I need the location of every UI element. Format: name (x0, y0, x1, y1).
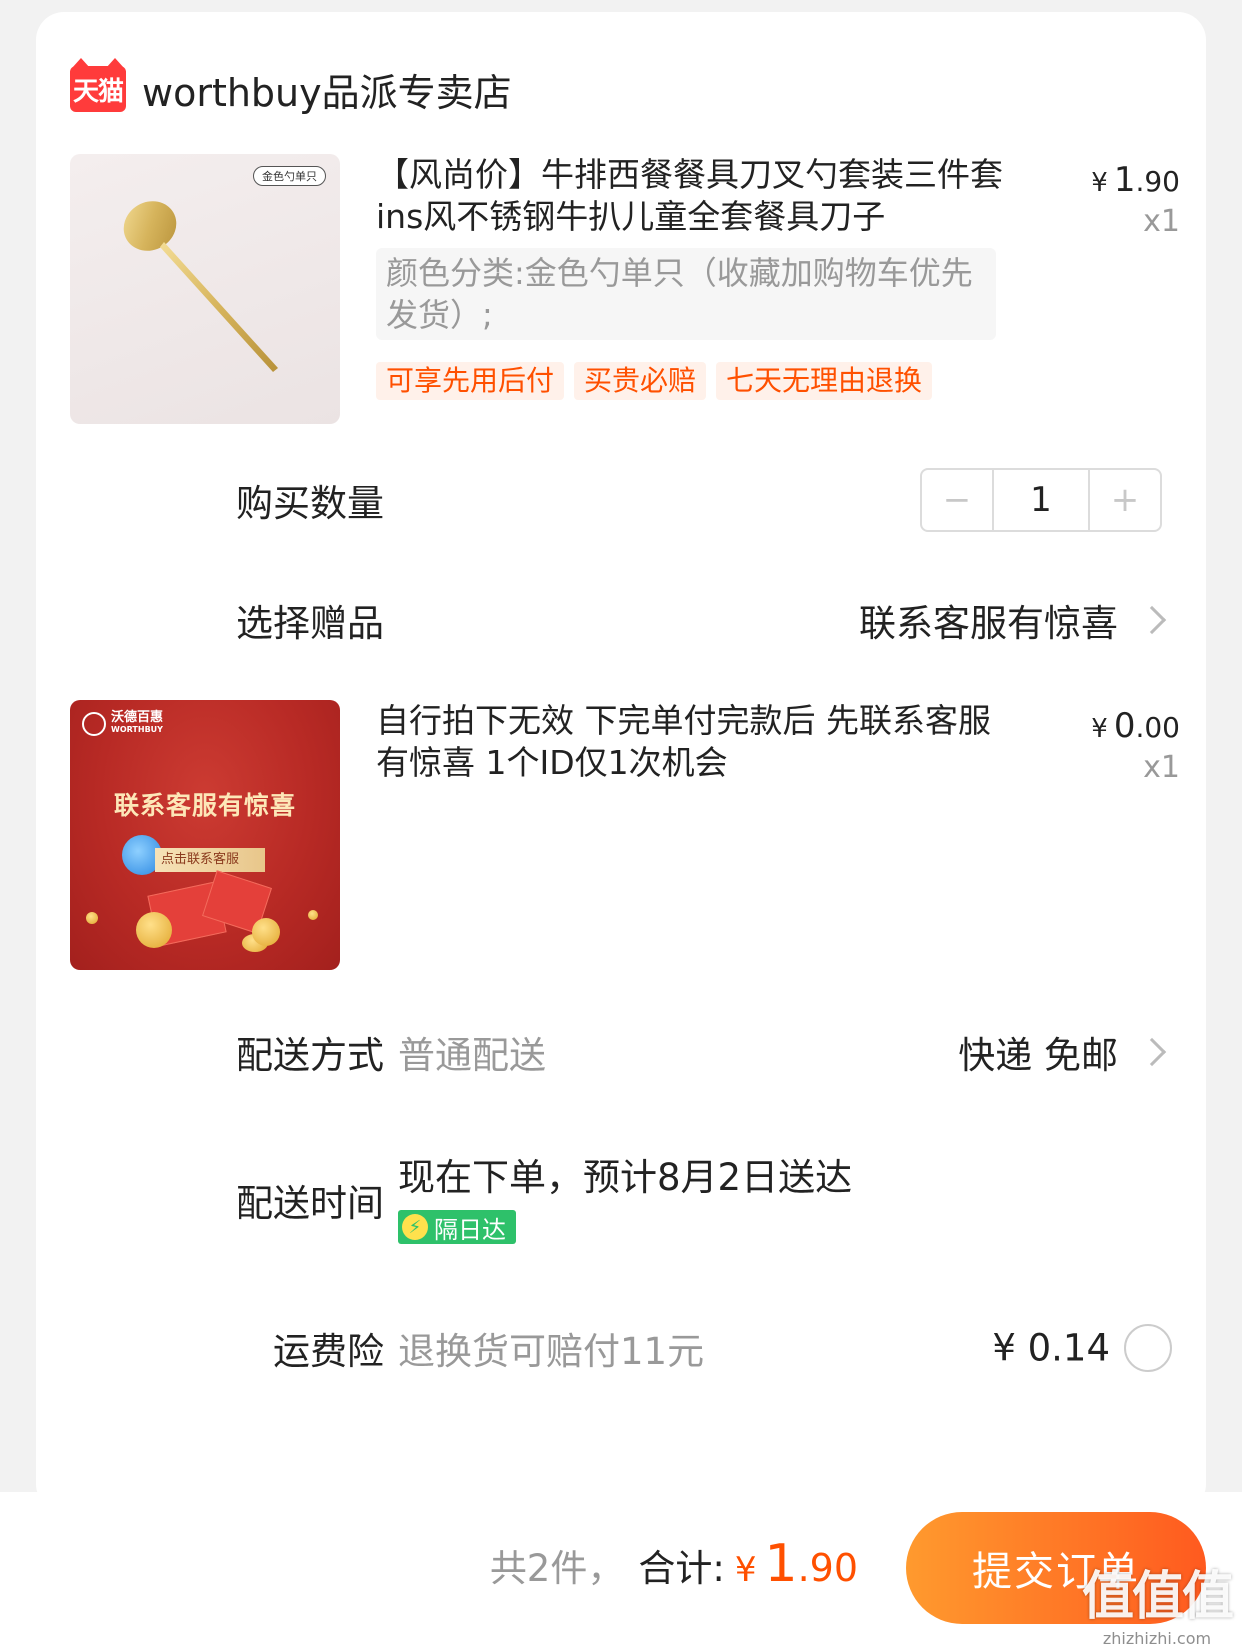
product-sku[interactable]: 颜色分类:金色勺单只（收藏加购物车优先发货）; (376, 248, 996, 340)
next-day-badge: ⚡ 隔日达 (398, 1210, 516, 1244)
price-dec: .90 (1135, 165, 1180, 198)
brand-logo-icon (82, 712, 106, 736)
product-item: 金色勺单只 【风尚价】牛排西餐餐具刀叉勺套装三件套ins风不锈钢牛扒儿童全套餐具… (70, 154, 1180, 424)
image-tag: 金色勺单只 (253, 166, 326, 186)
product-price: ¥1.90 (1091, 160, 1180, 200)
insurance-row: 运费险 退换货可赔付11元 ¥ 0.14 (36, 1308, 1206, 1388)
coin-icon (252, 918, 280, 946)
gift-image-title: 联系客服有惊喜 (113, 791, 296, 820)
shipping-label: 配送方式 (236, 1034, 384, 1077)
store-name: worthbuy品派专卖店 (142, 70, 512, 115)
gift-value: 联系客服有惊喜 (859, 602, 1118, 645)
insurance-label: 运费险 (273, 1330, 384, 1373)
insurance-radio[interactable] (1124, 1324, 1172, 1372)
service-tags: 可享先用后付 买贵必赔 七天无理由退换 (376, 362, 933, 400)
brand-logo: 沃德百惠 WORTHBUY (82, 710, 164, 736)
price-int: 0 (1113, 706, 1136, 746)
order-summary: 共2件， 合计: ¥ 1 .90 (490, 1534, 858, 1594)
shipping-method: 普通配送 (398, 1034, 546, 1077)
brand-logo-text: 沃德百惠 (111, 710, 164, 725)
decrement-button[interactable]: − (922, 470, 992, 530)
watermark-logo: 值值值 (1081, 1567, 1234, 1627)
delivery-time-text: 现在下单，预计8月2日送达 (398, 1156, 853, 1199)
order-card: 天猫 worthbuy品派专卖店 金色勺单只 【风尚价】牛排西餐餐具刀叉勺套装三… (36, 12, 1206, 1512)
total-label: 合计: (638, 1547, 725, 1590)
product-image[interactable]: 金色勺单只 (70, 154, 340, 424)
quantity-stepper: − 1 + (920, 468, 1162, 532)
quantity-value[interactable]: 1 (992, 470, 1090, 530)
gift-title[interactable]: 自行拍下无效 下完单付完款后 先联系客服 有惊喜 1个ID仅1次机会 (376, 700, 1006, 784)
coin-icon (86, 912, 98, 924)
tag-pay-later: 可享先用后付 (376, 362, 565, 400)
store-header[interactable]: 天猫 worthbuy品派专卖店 (70, 54, 512, 124)
price-dec: .00 (1135, 711, 1180, 744)
gold-spoon-icon (123, 201, 278, 372)
price-symbol: ¥ (1091, 714, 1108, 744)
total-dec: .90 (797, 1546, 858, 1590)
tag-seven-day-return: 七天无理由退换 (716, 362, 933, 400)
watermark-url: zhizhizhi.com (1102, 1629, 1212, 1648)
shipping-value: 快递 免邮 (958, 1034, 1118, 1077)
coin-icon (308, 910, 318, 920)
total-symbol: ¥ (734, 1550, 757, 1590)
delivery-time-info: 现在下单，预计8月2日送达 ⚡ 隔日达 (398, 1152, 852, 1244)
chevron-right-icon (1137, 605, 1167, 635)
next-day-badge-label: 隔日达 (434, 1215, 506, 1244)
gift-qty: x1 (1143, 750, 1180, 785)
watermark: 值值值 zhizhizhi.com (1081, 1554, 1234, 1648)
price-symbol: ¥ (1091, 168, 1108, 198)
delivery-time-label: 配送时间 (236, 1182, 384, 1225)
gift-image-button: 点击联系客服 (155, 848, 265, 872)
total-int: 1 (764, 1534, 798, 1594)
chevron-right-icon (1137, 1037, 1167, 1067)
gift-price: ¥0.00 (1091, 706, 1180, 746)
price-int: 1 (1113, 160, 1136, 200)
gift-image[interactable]: 沃德百惠 WORTHBUY 联系客服有惊喜 点击联系客服 (70, 700, 340, 970)
product-qty: x1 (1143, 204, 1180, 239)
bottom-bar: 共2件， 合计: ¥ 1 .90 提交订单 值值值 zhizhizhi.com (0, 1492, 1242, 1652)
brand-logo-sub: WORTHBUY (111, 725, 163, 734)
insurance-price: ¥ 0.14 (992, 1326, 1110, 1370)
product-title[interactable]: 【风尚价】牛排西餐餐具刀叉勺套装三件套ins风不锈钢牛扒儿童全套餐具刀子 (376, 154, 1006, 238)
coin-icon (136, 912, 172, 948)
gift-row[interactable]: 选择赠品 联系客服有惊喜 (36, 580, 1206, 660)
gift-item: 沃德百惠 WORTHBUY 联系客服有惊喜 点击联系客服 自行拍下无效 下完单付… (70, 700, 1180, 970)
quantity-row: 购买数量 − 1 + (36, 460, 1206, 540)
quantity-label: 购买数量 (236, 482, 384, 525)
lightning-icon: ⚡ (402, 1214, 428, 1240)
shipping-row[interactable]: 配送方式 普通配送 快递 免邮 (36, 1012, 1206, 1092)
order-confirm-page: 天猫 worthbuy品派专卖店 金色勺单只 【风尚价】牛排西餐餐具刀叉勺套装三… (0, 0, 1242, 1652)
increment-button[interactable]: + (1090, 470, 1160, 530)
insurance-desc: 退换货可赔付11元 (398, 1330, 705, 1373)
tmall-logo-icon: 天猫 (70, 58, 126, 112)
tag-price-guarantee: 买贵必赔 (574, 362, 707, 400)
item-count: 共2件， (489, 1547, 625, 1590)
gift-label: 选择赠品 (236, 602, 384, 645)
